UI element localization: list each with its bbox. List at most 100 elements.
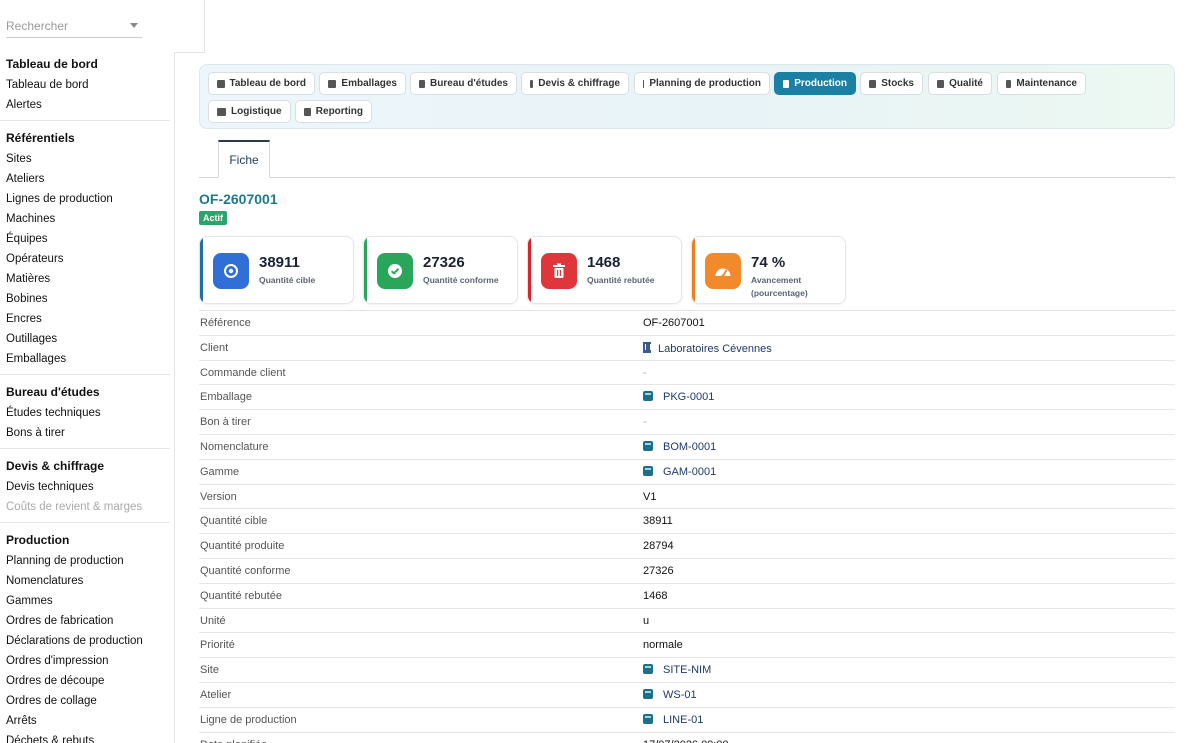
- cube-icon: [643, 713, 653, 724]
- flask-icon: [937, 79, 945, 88]
- sidebar-item[interactable]: Devis techniques: [0, 477, 170, 497]
- detail-link[interactable]: BOM-0001: [643, 440, 716, 453]
- pie-chart-icon: [304, 107, 311, 116]
- kpi-accent-bar: [364, 237, 367, 303]
- sidebar-item[interactable]: Nomenclatures: [0, 571, 170, 591]
- detail-value: 28794: [643, 540, 674, 553]
- sidebar-item[interactable]: Opérateurs: [0, 249, 170, 269]
- detail-value[interactable]: PKG-0001: [663, 391, 714, 403]
- tab-module[interactable]: Reporting: [295, 100, 372, 123]
- detail-value: V1: [643, 490, 657, 503]
- sidebar-item[interactable]: Sites: [0, 149, 170, 169]
- sidebar-item[interactable]: Matières: [0, 269, 170, 289]
- detail-link[interactable]: SITE-NIM: [643, 664, 711, 676]
- sidebar-section: Production Planning de production Nomencla…: [0, 531, 170, 743]
- sidebar-item[interactable]: Ordres de fabrication: [0, 611, 170, 631]
- sidebar-item[interactable]: Tableau de bord: [0, 75, 170, 95]
- kpi-label: Quantité cible: [259, 275, 316, 285]
- detail-row: Bon à tirer -: [199, 410, 1175, 435]
- tab-module-label: Qualité: [949, 78, 983, 89]
- sidebar-item[interactable]: Ateliers: [0, 169, 170, 189]
- kpi-label: Quantité conforme: [423, 275, 499, 285]
- sidebar-item[interactable]: Machines: [0, 209, 170, 229]
- kpi-value: 38911: [259, 254, 300, 271]
- sidebar-section-title: Bureau d'études: [6, 385, 100, 399]
- sidebar-item[interactable]: Ordres d'impression: [0, 651, 170, 671]
- detail-link[interactable]: WS-01: [643, 688, 697, 701]
- kpi-accent-bar: [528, 237, 531, 303]
- sidebar-item: Coûts de revient & marges: [6, 501, 143, 513]
- detail-link[interactable]: GAM-0001: [643, 465, 716, 478]
- search-box[interactable]: [6, 14, 142, 38]
- detail-row: Commande client -: [199, 361, 1175, 386]
- sidebar-section: Tableau de bord Tableau de bord Alertes: [0, 55, 170, 121]
- sidebar-item[interactable]: Emballages: [0, 349, 170, 369]
- tab-module-label: Tableau de bord: [229, 78, 307, 89]
- detail-link[interactable]: LINE-01: [643, 713, 703, 726]
- sidebar-item[interactable]: Ordres de découpe: [0, 671, 170, 691]
- tab-module[interactable]: Tableau de bord: [208, 72, 315, 95]
- detail-value[interactable]: LINE-01: [663, 714, 703, 726]
- detail-link[interactable]: Laboratoires Cévennes: [643, 341, 772, 355]
- tab-fiche[interactable]: Fiche: [218, 140, 270, 178]
- sidebar-toggle[interactable]: [174, 0, 205, 53]
- clipboard-icon: [783, 79, 790, 88]
- detail-row: Ligne de production LINE-01: [199, 708, 1175, 733]
- sidebar-item[interactable]: Déchets & rebuts: [0, 731, 170, 743]
- tab-module[interactable]: Emballages: [319, 72, 406, 95]
- detail-row: Nomenclature BOM-0001: [199, 435, 1175, 460]
- kpi-card: 27326 Quantité conforme: [363, 236, 518, 304]
- tab-module[interactable]: Qualité: [928, 72, 992, 95]
- gauge-icon: [705, 253, 741, 289]
- detail-value[interactable]: GAM-0001: [663, 466, 716, 478]
- search-input[interactable]: [6, 14, 124, 33]
- tab-module[interactable]: Maintenance: [997, 72, 1086, 95]
- sidebar-item[interactable]: Équipes: [0, 229, 170, 249]
- detail-label: Atelier: [200, 688, 232, 701]
- sidebar-item[interactable]: Déclarations de production: [0, 631, 170, 651]
- detail-label: Emballage: [200, 391, 252, 404]
- detail-row: Référence OF-2607001: [199, 311, 1175, 336]
- module-tabbar: Tableau de bord Emballages Bureau d'études…: [199, 64, 1175, 129]
- kpi-label: Avancement (pourcentage): [751, 275, 808, 298]
- detail-label: Site: [200, 664, 219, 677]
- tab-module[interactable]: Production: [774, 72, 856, 95]
- compass-icon: [419, 79, 426, 88]
- detail-value: -: [643, 416, 647, 429]
- sidebar-item[interactable]: Outillages: [0, 329, 170, 349]
- tab-module[interactable]: Devis & chiffrage: [521, 72, 629, 95]
- detail-value[interactable]: WS-01: [663, 689, 697, 701]
- detail-value[interactable]: SITE-NIM: [663, 664, 711, 676]
- sidebar-item[interactable]: Encres: [0, 309, 170, 329]
- sidebar-section: Devis & chiffrage Devis techniques Coûts d…: [0, 457, 170, 523]
- chevron-down-icon[interactable]: [130, 23, 138, 28]
- tab-module[interactable]: Logistique: [208, 100, 291, 123]
- detail-value[interactable]: Laboratoires Cévennes: [658, 343, 772, 355]
- sidebar-item[interactable]: Alertes: [0, 95, 170, 115]
- tab-module[interactable]: Bureau d'études: [410, 72, 517, 95]
- sidebar-item[interactable]: Gammes: [0, 591, 170, 611]
- tab-module-label: Stocks: [881, 78, 914, 89]
- sidebar-item[interactable]: Ordres de collage: [0, 691, 170, 711]
- sidebar-item[interactable]: Études techniques: [0, 403, 170, 423]
- detail-value[interactable]: BOM-0001: [663, 441, 716, 453]
- detail-value: u: [643, 614, 650, 627]
- tab-module-label: Maintenance: [1016, 78, 1077, 89]
- detail-row: Quantité cible 38911: [199, 509, 1175, 535]
- cube-icon: [643, 440, 653, 451]
- sidebar-item[interactable]: Planning de production: [0, 551, 170, 571]
- tab-module-label: Bureau d'études: [430, 78, 508, 89]
- sidebar-item[interactable]: Arrêts: [0, 711, 170, 731]
- tab-module[interactable]: Stocks: [860, 72, 923, 95]
- sidebar-section: Bureau d'études Études techniques Bons à t…: [0, 383, 170, 449]
- tab-module[interactable]: Planning de production: [634, 72, 770, 95]
- calculator-icon: [530, 79, 534, 88]
- kpi-label: Quantité rebutée: [587, 275, 655, 285]
- detail-link[interactable]: PKG-0001: [643, 391, 714, 403]
- sidebar-item[interactable]: Lignes de production: [0, 189, 170, 209]
- sidebar-item[interactable]: Bobines: [0, 289, 170, 309]
- sidebar-item[interactable]: Bons à tirer: [0, 423, 170, 443]
- detail-label: Gamme: [200, 465, 240, 478]
- truck-icon: [217, 107, 226, 116]
- detail-row: Version V1: [199, 485, 1175, 510]
